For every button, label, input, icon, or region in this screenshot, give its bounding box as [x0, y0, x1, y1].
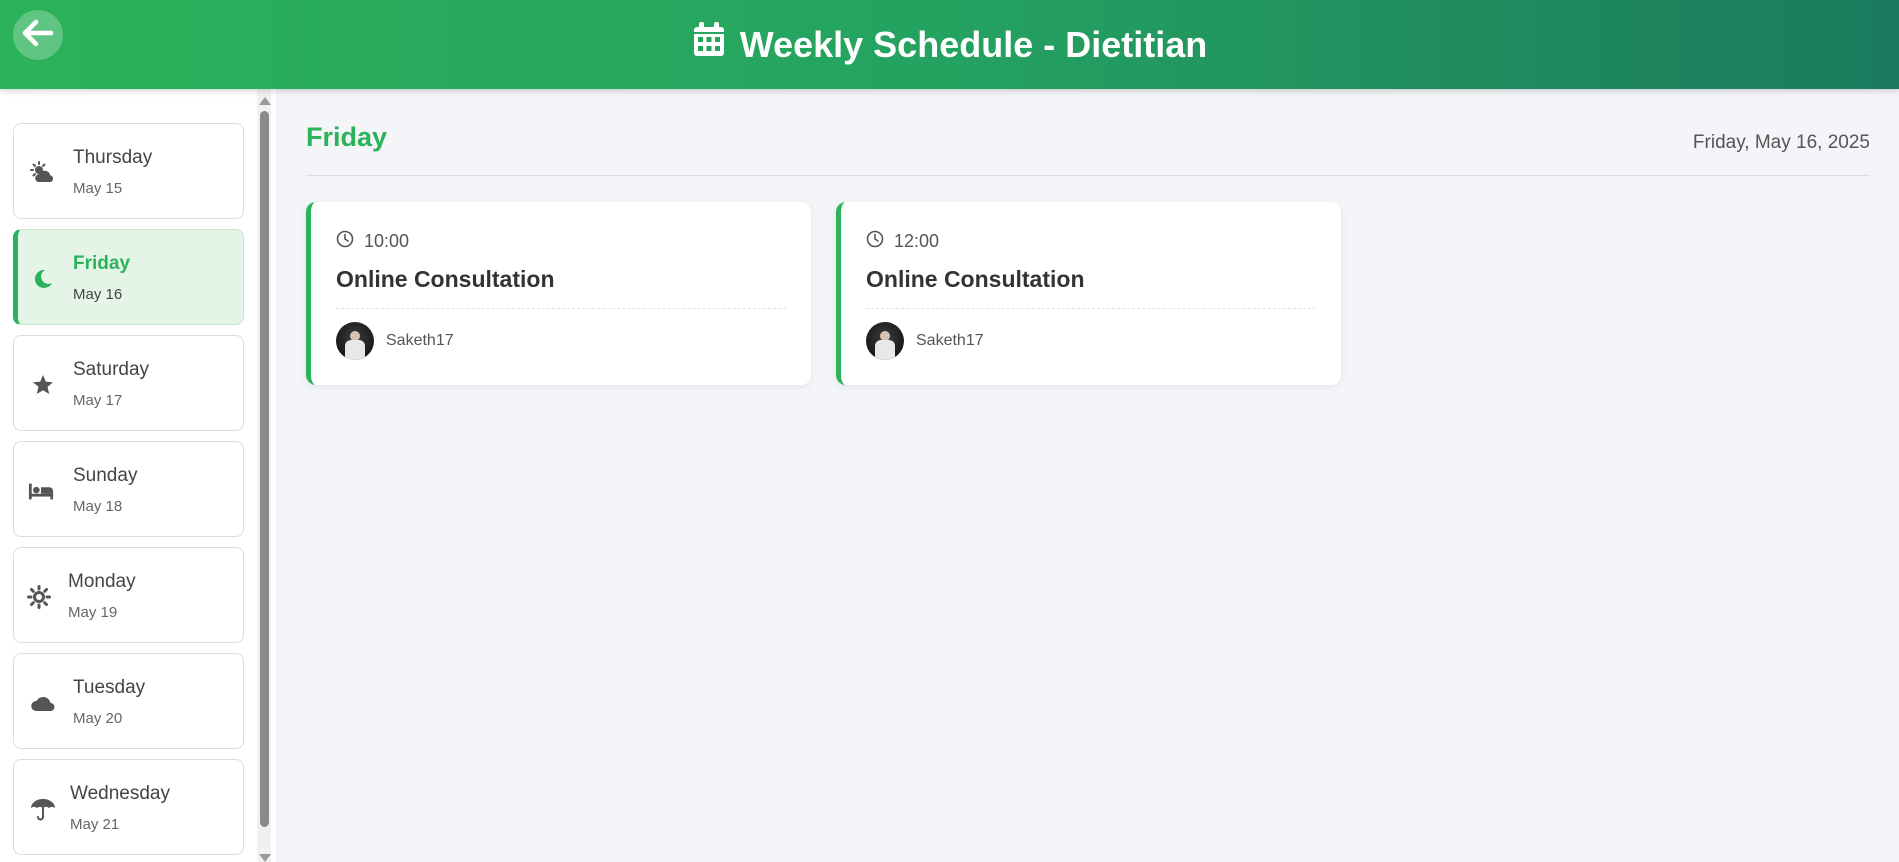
cloud-sun-icon	[30, 160, 56, 186]
appointment-time-row: 10:00	[336, 230, 409, 253]
day-item-sunday[interactable]: Sunday May 18	[13, 441, 244, 537]
card-divider	[866, 308, 1316, 309]
day-item-wednesday[interactable]: Wednesday May 21	[13, 759, 244, 855]
day-date: May 17	[73, 392, 123, 409]
day-name: Friday	[73, 253, 131, 274]
day-date: May 20	[73, 710, 123, 727]
appointment-user: Saketh17	[866, 322, 984, 360]
page-title: Weekly Schedule - Dietitian	[0, 0, 1899, 89]
avatar	[336, 322, 374, 360]
selected-day-title: Friday	[306, 122, 388, 152]
scrollbar-thumb[interactable]	[260, 111, 269, 827]
appointment-time: 10:00	[364, 231, 410, 251]
day-date: May 21	[70, 816, 120, 833]
clock-icon	[866, 230, 884, 253]
appointment-card[interactable]: 10:00 Online Consultation Saketh17	[306, 202, 811, 385]
sun-icon	[26, 584, 52, 610]
appointment-time-row: 12:00	[866, 230, 939, 253]
day-name: Thursday	[73, 147, 153, 168]
scroll-up-arrow-icon[interactable]	[259, 97, 271, 105]
day-item-thursday[interactable]: Thursday May 15	[13, 123, 244, 219]
card-divider	[336, 308, 786, 309]
umbrella-icon	[30, 796, 56, 822]
arrow-left-icon	[22, 19, 54, 52]
day-date: May 19	[68, 604, 118, 621]
day-date: May 18	[73, 498, 123, 515]
appointment-time: 12:00	[894, 231, 940, 251]
divider	[306, 175, 1870, 176]
day-name: Sunday	[73, 465, 138, 486]
selected-full-date: Friday, May 16, 2025	[1692, 132, 1870, 153]
moon-icon	[30, 266, 56, 292]
page-title-text: Weekly Schedule - Dietitian	[739, 23, 1208, 65]
app-header: Weekly Schedule - Dietitian	[0, 0, 1899, 89]
day-item-saturday[interactable]: Saturday May 17	[13, 335, 244, 431]
cloud-icon	[30, 690, 56, 716]
user-name: Saketh17	[386, 332, 454, 349]
appointment-user: Saketh17	[336, 322, 454, 360]
calendar-icon	[692, 22, 726, 67]
day-item-friday[interactable]: Friday May 16	[13, 229, 244, 325]
day-item-tuesday[interactable]: Tuesday May 20	[13, 653, 244, 749]
day-date: May 16	[73, 286, 123, 303]
appointment-title: Online Consultation	[866, 266, 1085, 292]
day-name: Wednesday	[70, 783, 170, 804]
day-name: Monday	[68, 571, 136, 592]
bed-icon	[28, 478, 54, 504]
clock-icon	[336, 230, 354, 253]
scroll-down-arrow-icon[interactable]	[259, 854, 271, 862]
appointment-title: Online Consultation	[336, 266, 555, 292]
appointment-card[interactable]: 12:00 Online Consultation Saketh17	[836, 202, 1341, 385]
avatar	[866, 322, 904, 360]
day-name: Saturday	[73, 359, 150, 380]
day-name: Tuesday	[73, 677, 146, 698]
day-item-monday[interactable]: Monday May 19	[13, 547, 244, 643]
day-date: May 15	[73, 180, 123, 197]
back-button[interactable]	[13, 10, 63, 60]
star-icon	[30, 372, 56, 398]
user-name: Saketh17	[916, 332, 984, 349]
